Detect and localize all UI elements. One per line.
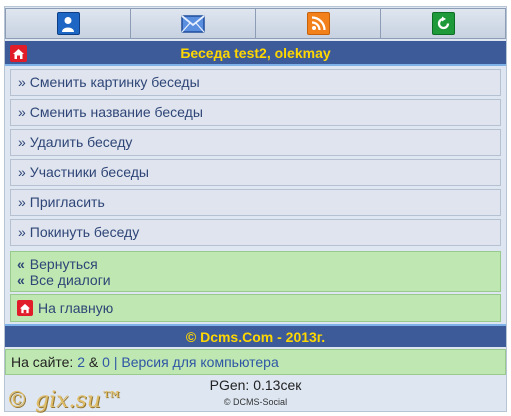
home-icon <box>17 300 33 316</box>
top-nav-bar <box>5 8 506 39</box>
online-separator: | <box>113 354 118 370</box>
online-status: На сайте: 2 & 0 | Версия для компьютера <box>5 349 506 375</box>
online-users-link[interactable]: 2 <box>77 354 85 370</box>
return-label: Вернуться <box>29 256 98 272</box>
menu-item-label: Удалить беседу <box>29 134 133 150</box>
user-icon <box>56 12 80 35</box>
title-bar: Беседа test2, olekmay <box>5 41 506 66</box>
invite-link[interactable]: » Пригласить <box>10 189 501 216</box>
back-arrow-icon: « <box>17 272 25 288</box>
menu-arrow: » <box>18 224 26 240</box>
back-links-panel: «Вернуться «Все диалоги <box>10 251 501 292</box>
online-prefix: На сайте: <box>11 354 74 370</box>
online-amp: & <box>88 354 99 370</box>
return-link[interactable]: «Вернуться <box>11 256 500 272</box>
all-dialogs-label: Все диалоги <box>29 272 111 288</box>
participants-link[interactable]: » Участники беседы <box>10 159 501 186</box>
home-icon[interactable] <box>10 45 27 62</box>
profile-nav-button[interactable] <box>5 8 130 39</box>
menu-arrow: » <box>18 104 26 120</box>
menu-item-label: Сменить название беседы <box>29 104 203 120</box>
footer-bar: © Dcms.Com - 2013г. <box>5 324 506 347</box>
page-title: Беседа test2, olekmay <box>180 44 331 61</box>
leave-conversation-link[interactable]: » Покинуть беседу <box>10 219 501 246</box>
menu-arrow: » <box>18 194 26 210</box>
online-guests-link[interactable]: 0 <box>102 354 110 370</box>
refresh-nav-button[interactable] <box>380 8 506 39</box>
mail-icon <box>181 14 205 33</box>
menu-item-label: Покинуть беседу <box>29 224 140 240</box>
refresh-icon <box>431 12 455 35</box>
menu-arrow: » <box>18 164 26 180</box>
rss-nav-button[interactable] <box>255 8 380 39</box>
desktop-version-link[interactable]: Версия для компьютера <box>121 354 278 370</box>
back-arrow-icon: « <box>17 256 25 272</box>
menu-item-label: Участники беседы <box>29 164 149 180</box>
home-link[interactable]: На главную <box>10 294 501 322</box>
home-label: На главную <box>38 300 114 316</box>
change-picture-link[interactable]: » Сменить картинку беседы <box>10 69 501 96</box>
all-dialogs-link[interactable]: «Все диалоги <box>11 272 500 288</box>
copyright-text: © Dcms.Com - 2013г. <box>185 328 326 345</box>
menu-item-label: Пригласить <box>29 194 105 210</box>
menu-arrow: » <box>18 134 26 150</box>
rename-conversation-link[interactable]: » Сменить название беседы <box>10 99 501 126</box>
watermark: © gix.su™ <box>6 388 123 413</box>
menu-item-label: Сменить картинку беседы <box>29 74 200 90</box>
menu-arrow: » <box>18 74 26 90</box>
delete-conversation-link[interactable]: » Удалить беседу <box>10 129 501 156</box>
rss-icon <box>306 12 330 35</box>
mail-nav-button[interactable] <box>130 8 255 39</box>
